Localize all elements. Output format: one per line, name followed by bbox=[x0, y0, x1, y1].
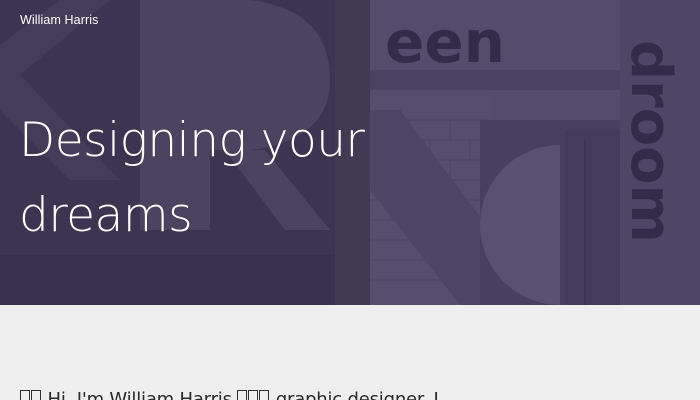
intro-text: Hi, I'm William Harris, graphic designer… bbox=[20, 389, 439, 400]
page: een droom William Harris Designing your … bbox=[0, 0, 700, 400]
missing-glyph-icon bbox=[237, 390, 248, 400]
intro-text-part-1: Hi, I'm William Harris, bbox=[47, 389, 238, 400]
missing-glyph-icon bbox=[259, 390, 270, 400]
intro-text-part-2: graphic designer. I bbox=[275, 389, 439, 400]
site-name[interactable]: William Harris bbox=[20, 13, 98, 27]
hero-title-line-2: dreams bbox=[19, 188, 193, 243]
hero-title-line-1: Designing your bbox=[19, 113, 365, 168]
missing-glyph-icon bbox=[20, 390, 30, 400]
missing-glyph-icon bbox=[248, 390, 259, 400]
missing-glyph-icon bbox=[31, 390, 41, 400]
hero-banner: een droom William Harris Designing your … bbox=[0, 0, 700, 305]
hero-title: Designing your dreams bbox=[19, 103, 439, 253]
